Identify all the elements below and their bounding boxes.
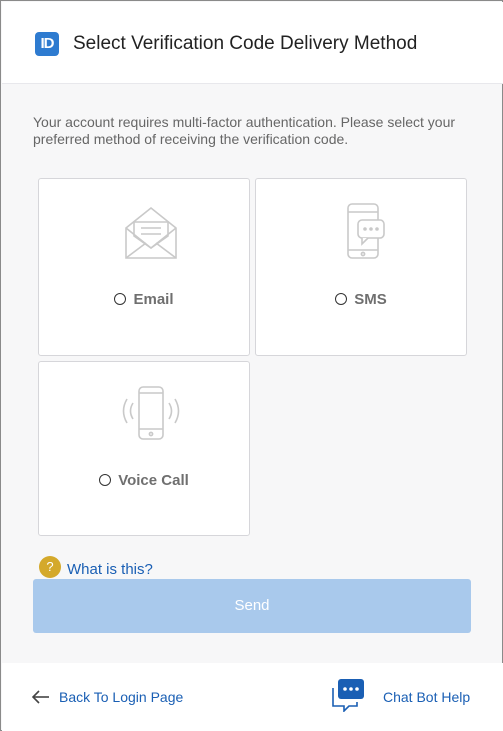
page-footer: Back To Login Page Chat Bot Help — [2, 663, 503, 731]
sms-radio[interactable] — [335, 293, 348, 305]
voice-call-option-label: Voice Call — [118, 472, 189, 489]
envelope-icon — [125, 206, 177, 259]
voice-call-option-card[interactable]: Voice Call — [38, 361, 250, 536]
chat-bubble-icon — [332, 679, 364, 712]
email-option-label: Email — [133, 291, 174, 308]
phone-ringing-icon — [122, 386, 180, 440]
page-title: Select Verification Code Delivery Method — [73, 33, 418, 54]
send-button[interactable]: Send — [33, 579, 471, 633]
back-to-login-label[interactable]: Back To Login Page — [59, 689, 183, 705]
what-is-this-label[interactable]: What is this? — [67, 561, 153, 578]
email-option-card[interactable]: Email — [38, 178, 250, 356]
sms-option-label: SMS — [354, 291, 387, 308]
chat-bot-help-label[interactable]: Chat Bot Help — [383, 689, 470, 705]
phone-message-icon — [347, 203, 385, 259]
chat-bot-help-link[interactable]: Chat Bot Help — [330, 678, 470, 712]
sms-option-card[interactable]: SMS — [255, 178, 467, 356]
what-is-this-link[interactable]: ? What is this? — [39, 556, 153, 578]
email-radio[interactable] — [114, 293, 127, 305]
arrow-left-icon — [32, 690, 49, 704]
email-option[interactable]: Email — [39, 291, 249, 308]
voice-call-option[interactable]: Voice Call — [39, 472, 249, 489]
sms-option[interactable]: SMS — [256, 291, 466, 308]
verification-page: ID Select Verification Code Delivery Met… — [0, 0, 503, 731]
id-logo-icon: ID — [35, 32, 59, 56]
page-header: ID Select Verification Code Delivery Met… — [2, 2, 503, 84]
back-to-login-link[interactable]: Back To Login Page — [32, 689, 183, 705]
voice-call-radio[interactable] — [99, 474, 112, 486]
intro-text: Your account requires multi-factor authe… — [33, 114, 456, 147]
question-icon: ? — [39, 556, 61, 578]
